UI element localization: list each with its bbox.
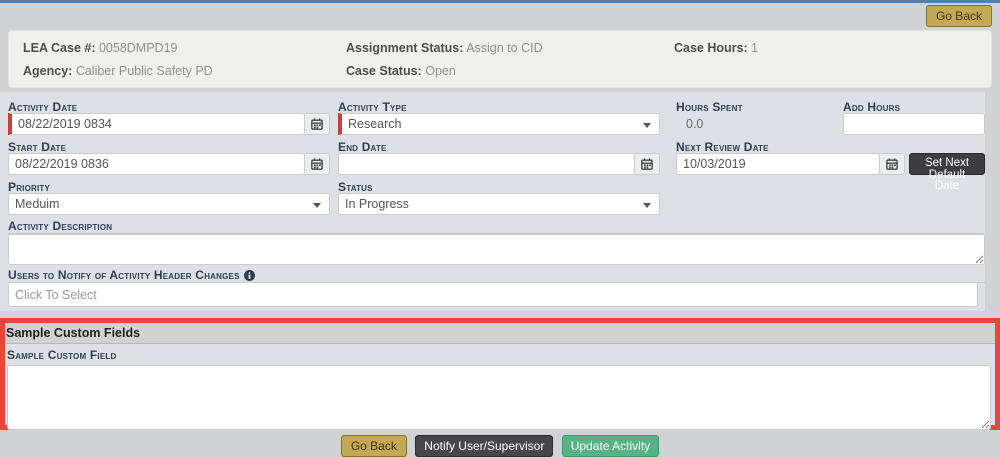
status-select[interactable]: In Progress [338,193,660,215]
activity-date-input[interactable] [8,113,305,135]
sample-custom-fields-title: Sample Custom Fields [5,323,995,344]
info-icon[interactable] [244,270,255,281]
case-status-label: Case Status: [346,64,422,78]
calendar-icon [641,158,653,170]
calendar-icon [311,158,323,170]
go-back-button-bottom[interactable]: Go Back [341,435,407,457]
lea-case-label: LEA Case #: [23,41,95,55]
set-next-default-date-button[interactable]: Set Next Default Date [909,153,985,175]
agency-label: Agency: [23,64,72,78]
sample-custom-fields-section: Sample Custom Fields Sample Custom Field [0,318,1000,430]
end-date-calendar-button[interactable] [635,153,660,175]
users-to-notify-label-text: Users to Notify of Activity Header Chang… [8,268,240,282]
next-review-date-label: Next Review Date [676,140,769,154]
activity-date-calendar-button[interactable] [305,113,330,135]
assignment-status-value: Assign to CID [466,41,542,55]
case-hours-value: 1 [751,41,758,55]
update-activity-button[interactable]: Update Activity [562,435,659,457]
case-summary-col-1: LEA Case #: 0058DMPD19 Agency: Caliber P… [23,41,213,87]
lea-case-value: 0058DMPD19 [99,41,178,55]
start-date-input[interactable] [8,153,305,175]
go-back-button-top[interactable]: Go Back [926,5,992,27]
activity-form: Activity Date Activity Type Research Hou… [0,92,985,311]
sample-custom-field-textarea[interactable] [7,365,991,430]
hours-spent-label: Hours Spent [676,100,743,114]
footer-actions: Go Back Notify User/Supervisor Update Ac… [0,435,1000,457]
case-summary-col-2: Assignment Status: Assign to CID Case St… [346,41,543,87]
start-date-calendar-button[interactable] [305,153,330,175]
activity-description-textarea[interactable] [8,234,985,265]
end-date-input[interactable] [338,153,635,175]
activity-date-label: Activity Date [8,100,77,114]
top-accent-bar [0,0,1000,3]
end-date-label: End Date [338,140,387,154]
assignment-status-label: Assignment Status: [346,41,463,55]
agency-value: Caliber Public Safety PD [76,64,213,78]
priority-select[interactable]: Meduim [8,193,330,215]
next-review-date-calendar-button[interactable] [880,153,905,175]
sample-custom-field-label: Sample Custom Field [5,344,995,365]
case-summary-col-3: Case Hours: 1 [674,41,758,64]
activity-type-label: Activity Type [338,100,407,114]
add-hours-input[interactable] [843,113,985,135]
hours-spent-value: 0.0 [686,117,703,131]
calendar-icon [311,118,323,130]
activity-description-label: Activity Description [8,219,985,234]
next-review-date-input[interactable] [676,153,880,175]
start-date-label: Start Date [8,140,66,154]
case-hours-label: Case Hours: [674,41,748,55]
add-hours-label: Add Hours [843,100,900,114]
calendar-icon [886,158,898,170]
status-label: Status [338,180,373,194]
priority-label: Priority [8,180,50,194]
notify-user-supervisor-button[interactable]: Notify User/Supervisor [415,435,553,457]
users-to-notify-label: Users to Notify of Activity Header Chang… [8,268,985,283]
users-to-notify-input[interactable] [8,282,978,307]
activity-type-select[interactable]: Research [338,113,660,135]
case-status-value: Open [425,64,456,78]
case-summary-panel: LEA Case #: 0058DMPD19 Agency: Caliber P… [8,30,992,88]
